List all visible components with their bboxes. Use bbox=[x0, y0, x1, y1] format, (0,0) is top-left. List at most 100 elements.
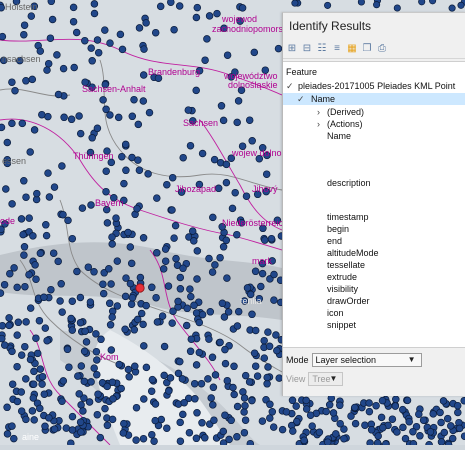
feature-point bbox=[444, 440, 453, 449]
feature-point bbox=[59, 377, 68, 385]
results-tree[interactable]: Feature ✓ pleiades-20171005 Pleiades KML… bbox=[283, 61, 465, 348]
feature-point bbox=[239, 388, 247, 396]
feature-point bbox=[133, 315, 142, 324]
attribute-row[interactable]: icon bbox=[283, 307, 465, 319]
feature-point bbox=[68, 297, 77, 305]
feature-point bbox=[43, 66, 51, 74]
clear-results-icon[interactable]: ≡ bbox=[331, 43, 343, 55]
chevron-right-icon[interactable]: › bbox=[317, 118, 320, 130]
feature-point bbox=[164, 282, 173, 290]
chevron-right-icon[interactable]: › bbox=[317, 106, 320, 118]
feature-point bbox=[36, 365, 45, 373]
map-label: Brandenburg bbox=[148, 67, 201, 77]
attribute-name: description bbox=[327, 178, 371, 188]
feature-point bbox=[258, 269, 267, 278]
feature-point bbox=[264, 363, 272, 371]
attribute-row[interactable]: timestamp bbox=[283, 211, 465, 223]
attribute-row[interactable]: snippet bbox=[283, 319, 465, 331]
chevron-down-icon[interactable]: ✓ bbox=[297, 93, 305, 105]
feature-point bbox=[288, 396, 297, 405]
attribute-row[interactable]: visibility bbox=[283, 283, 465, 295]
feature-point bbox=[78, 204, 87, 212]
tree-derived-row[interactable]: › (Derived) bbox=[283, 106, 465, 118]
feature-point bbox=[238, 4, 247, 12]
feature-point bbox=[266, 414, 274, 422]
copy-feature-icon[interactable]: ❐ bbox=[361, 43, 373, 55]
feature-point bbox=[148, 283, 156, 292]
feature-point bbox=[58, 162, 66, 170]
selected-feature-point[interactable] bbox=[135, 283, 145, 293]
feature-point bbox=[190, 379, 199, 388]
tree-layer-row[interactable]: ✓ pleiades-20171005 Pleiades KML Point bbox=[283, 80, 465, 92]
attribute-row[interactable]: drawOrder bbox=[283, 295, 465, 307]
feature-point bbox=[120, 179, 128, 188]
attribute-row[interactable]: description bbox=[283, 177, 465, 189]
feature-point bbox=[58, 397, 66, 405]
feature-point bbox=[195, 318, 204, 327]
attribute-row[interactable]: Name bbox=[283, 130, 465, 142]
chevron-down-icon[interactable]: ✓ bbox=[286, 80, 294, 92]
feature-point bbox=[92, 347, 101, 356]
feature-point bbox=[134, 120, 143, 129]
attribute-row[interactable]: end bbox=[283, 235, 465, 247]
feature-point bbox=[139, 320, 147, 329]
mode-row: Mode Layer selection ▼ bbox=[286, 352, 422, 368]
expand-new-icon[interactable]: ☷ bbox=[316, 43, 328, 55]
feature-point bbox=[157, 415, 166, 424]
feature-point bbox=[68, 234, 77, 243]
feature-point bbox=[291, 0, 299, 7]
feature-point bbox=[193, 409, 201, 417]
feature-point bbox=[151, 416, 159, 425]
feature-point bbox=[187, 292, 195, 301]
feature-point bbox=[388, 415, 397, 423]
feature-point bbox=[145, 108, 154, 117]
feature-point bbox=[233, 402, 242, 411]
feature-point bbox=[172, 254, 180, 263]
feature-point bbox=[33, 349, 42, 358]
feature-point bbox=[190, 301, 198, 310]
feature-point bbox=[250, 48, 259, 57]
feature-point bbox=[17, 215, 26, 223]
feature-point bbox=[270, 296, 278, 304]
attribute-row[interactable]: altitudeMode bbox=[283, 247, 465, 259]
feature-point bbox=[182, 321, 191, 330]
print-icon[interactable]: ⎙ bbox=[376, 43, 388, 55]
feature-point bbox=[3, 403, 11, 412]
collapse-tree-icon[interactable]: ⊟ bbox=[301, 43, 313, 55]
feature-point bbox=[117, 384, 125, 393]
feature-point bbox=[161, 245, 170, 253]
feature-point bbox=[10, 434, 18, 443]
expand-tree-icon[interactable]: ⊞ bbox=[286, 43, 298, 55]
feature-point bbox=[265, 342, 274, 351]
feature-point bbox=[220, 313, 229, 321]
tree-feature-row[interactable]: ✓ Name bbox=[283, 93, 465, 105]
attribute-row[interactable]: begin bbox=[283, 223, 465, 235]
feature-point bbox=[176, 437, 185, 445]
feature-point bbox=[233, 118, 241, 127]
tree-actions-row[interactable]: › (Actions) bbox=[283, 118, 465, 130]
mode-select[interactable]: Layer selection ▼ bbox=[311, 353, 422, 367]
attribute-row[interactable]: extrude bbox=[283, 271, 465, 283]
feature-point bbox=[92, 330, 100, 338]
feature-point bbox=[193, 3, 202, 12]
feature-point bbox=[45, 193, 54, 201]
attribute-row[interactable]: tessellate bbox=[283, 259, 465, 271]
feature-point bbox=[198, 310, 207, 319]
feature-point bbox=[8, 200, 16, 208]
feature-point bbox=[17, 407, 26, 415]
feature-point bbox=[436, 408, 444, 417]
feature-point bbox=[217, 102, 226, 110]
highlight-feature-icon[interactable]: ▦ bbox=[346, 43, 358, 55]
feature-point bbox=[203, 35, 211, 43]
feature-point bbox=[221, 411, 229, 419]
feature-point bbox=[219, 427, 228, 436]
feature-point bbox=[248, 137, 256, 145]
feature-point bbox=[125, 373, 133, 381]
view-select[interactable]: Tree ▼ bbox=[308, 372, 344, 386]
feature-point bbox=[437, 418, 445, 427]
feature-point bbox=[130, 326, 139, 334]
feature-point bbox=[457, 1, 465, 9]
map-label: wojewod bbox=[222, 14, 258, 24]
feature-point bbox=[19, 230, 27, 239]
feature-point bbox=[152, 293, 160, 302]
